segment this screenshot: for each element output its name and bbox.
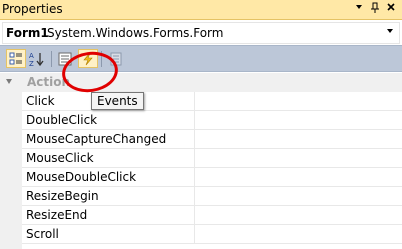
alphabetical-button[interactable]: A Z — [27, 49, 47, 68]
categorized-icon — [9, 52, 22, 64]
event-value[interactable] — [194, 130, 402, 148]
toolbar-separator — [101, 51, 102, 67]
dropdown-arrow-icon[interactable] — [352, 2, 366, 16]
collapse-arrow-icon[interactable] — [6, 79, 12, 84]
event-row[interactable]: ResizeBegin — [22, 187, 402, 206]
event-row[interactable]: ResizeEnd — [22, 206, 402, 225]
window-title: Properties — [2, 2, 63, 16]
properties-icon — [58, 52, 72, 65]
grid-gutter — [0, 92, 22, 249]
categorized-button[interactable] — [6, 49, 26, 68]
alphabetical-icon: A Z — [29, 52, 44, 67]
properties-button[interactable] — [55, 49, 75, 68]
title-bar: Properties — [0, 0, 402, 20]
properties-toolbar: A Z — [0, 45, 402, 72]
event-value[interactable] — [194, 206, 402, 224]
close-icon[interactable] — [384, 2, 398, 16]
properties-window: Properties Form1 System.Windows.Forms.Fo… — [0, 0, 402, 249]
toolbar-separator — [51, 51, 52, 67]
category-label: Action — [27, 75, 71, 89]
svg-text:A: A — [29, 52, 34, 60]
event-row[interactable]: Click — [22, 92, 402, 111]
event-name: ResizeBegin — [26, 189, 99, 203]
svg-text:Z: Z — [29, 60, 34, 67]
event-name: MouseClick — [26, 151, 94, 165]
event-row[interactable]: MouseClick — [22, 149, 402, 168]
event-name: Click — [26, 94, 55, 108]
event-value[interactable] — [194, 168, 402, 186]
property-pages-icon — [110, 52, 122, 65]
event-value[interactable] — [194, 187, 402, 205]
object-type: System.Windows.Forms.Form — [47, 26, 224, 40]
property-grid: Action Click DoubleClick MouseCaptureCha… — [0, 73, 402, 249]
category-row[interactable]: Action — [0, 73, 402, 92]
event-row[interactable]: DoubleClick — [22, 111, 402, 130]
event-name: MouseDoubleClick — [26, 170, 137, 184]
event-value[interactable] — [194, 92, 402, 110]
property-pages-button[interactable] — [106, 49, 126, 68]
pin-icon[interactable] — [368, 2, 382, 16]
chevron-down-icon[interactable] — [387, 29, 393, 33]
event-value[interactable] — [194, 111, 402, 129]
event-row[interactable]: MouseCaptureChanged — [22, 130, 402, 149]
event-row[interactable]: Scroll — [22, 225, 402, 244]
event-name: Scroll — [26, 227, 59, 241]
object-selector[interactable]: Form1 System.Windows.Forms.Form — [2, 22, 400, 44]
event-name: DoubleClick — [26, 113, 98, 127]
event-name: ResizeEnd — [26, 208, 88, 222]
event-value[interactable] — [194, 225, 402, 243]
events-button[interactable] — [78, 49, 98, 68]
event-row[interactable]: MouseDoubleClick — [22, 168, 402, 187]
events-tooltip: Events — [91, 92, 144, 110]
event-name: MouseCaptureChanged — [26, 132, 167, 146]
event-value[interactable] — [194, 149, 402, 167]
object-name: Form1 — [6, 26, 49, 40]
events-icon — [83, 52, 93, 65]
